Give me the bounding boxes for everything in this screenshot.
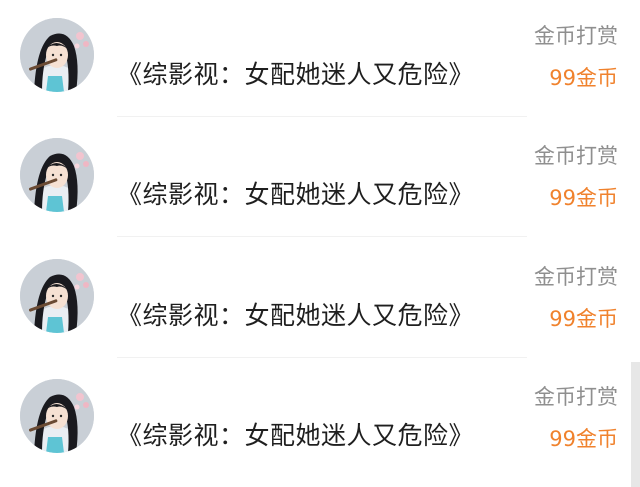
reward-amount: 99金币 — [549, 186, 618, 210]
book-title[interactable]: 《综影视：女配她迷人又危险》 — [117, 178, 474, 212]
reward-type-label: 金币打赏 — [534, 24, 618, 48]
reward-amount: 99金币 — [549, 427, 618, 451]
anime-girl-flute-avatar-icon — [20, 138, 94, 212]
anime-girl-flute-avatar-icon — [20, 379, 94, 453]
user-avatar[interactable] — [20, 259, 94, 333]
book-title[interactable]: 《综影视：女配她迷人又危险》 — [117, 58, 474, 92]
list-item[interactable]: 《综影视：女配她迷人又危险》 金币打赏 99金币 — [0, 361, 640, 482]
user-avatar[interactable] — [20, 18, 94, 92]
row-divider — [117, 236, 527, 237]
anime-girl-flute-avatar-icon — [20, 259, 94, 333]
reward-amount: 99金币 — [549, 307, 618, 331]
book-title[interactable]: 《综影视：女配她迷人又危险》 — [117, 419, 474, 453]
book-title[interactable]: 《综影视：女配她迷人又危险》 — [117, 299, 474, 333]
row-divider — [117, 116, 527, 117]
list-item[interactable]: 《综影视：女配她迷人又危险》 金币打赏 99金币 — [0, 120, 640, 241]
user-avatar[interactable] — [20, 138, 94, 212]
reward-type-label: 金币打赏 — [534, 144, 618, 168]
reward-type-label: 金币打赏 — [534, 265, 618, 289]
row-divider — [117, 357, 527, 358]
reward-list: 《综影视：女配她迷人又危险》 金币打赏 99金币 《综影视：女配她迷人又危险》 — [0, 0, 640, 487]
scrollbar[interactable] — [631, 362, 640, 487]
reward-amount: 99金币 — [549, 66, 618, 90]
reward-type-label: 金币打赏 — [534, 385, 618, 409]
list-item[interactable]: 《综影视：女配她迷人又危险》 金币打赏 99金币 — [0, 241, 640, 362]
user-avatar[interactable] — [20, 379, 94, 453]
list-item[interactable]: 《综影视：女配她迷人又危险》 金币打赏 99金币 — [0, 0, 640, 121]
anime-girl-flute-avatar-icon — [20, 18, 94, 92]
